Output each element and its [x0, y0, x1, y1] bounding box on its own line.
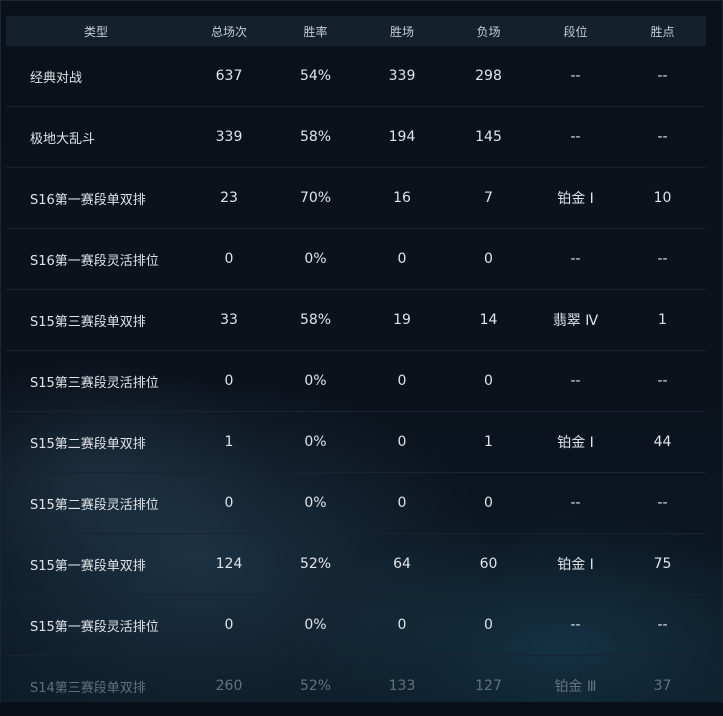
col-header-lp: 胜点: [619, 16, 706, 46]
cell-type: S15第二赛段单双排: [6, 412, 186, 473]
col-header-wins: 胜场: [359, 16, 445, 46]
table-row: 经典对战 637 54% 339 298 -- --: [6, 46, 706, 107]
cell-winrate: 58%: [272, 107, 359, 168]
cell-total: 124: [186, 534, 272, 595]
cell-wins: 339: [359, 46, 445, 107]
cell-total: 260: [186, 656, 272, 716]
cell-winrate: 0%: [272, 229, 359, 290]
cell-lp: --: [619, 107, 706, 168]
cell-rank: 铂金 Ⅲ: [532, 656, 619, 716]
cell-type: S14第三赛段单双排: [6, 656, 186, 716]
header-row: 类型 总场次 胜率 胜场 负场 段位 胜点: [6, 16, 706, 46]
cell-rank: --: [532, 107, 619, 168]
col-header-winrate: 胜率: [272, 16, 359, 46]
cell-winrate: 52%: [272, 656, 359, 716]
cell-total: 637: [186, 46, 272, 107]
cell-lp: 75: [619, 534, 706, 595]
cell-total: 0: [186, 351, 272, 412]
cell-rank: --: [532, 473, 619, 534]
cell-rank: --: [532, 229, 619, 290]
cell-wins: 0: [359, 473, 445, 534]
table-header: 类型 总场次 胜率 胜场 负场 段位 胜点: [6, 16, 706, 46]
cell-rank: --: [532, 351, 619, 412]
cell-losses: 0: [445, 229, 532, 290]
table-row: S15第三赛段单双排 33 58% 19 14 翡翠 Ⅳ 1: [6, 290, 706, 351]
cell-wins: 19: [359, 290, 445, 351]
cell-losses: 0: [445, 595, 532, 656]
cell-rank: 铂金 Ⅰ: [532, 412, 619, 473]
cell-wins: 194: [359, 107, 445, 168]
table-row: S15第三赛段灵活排位 0 0% 0 0 -- --: [6, 351, 706, 412]
cell-lp: --: [619, 595, 706, 656]
cell-type: S16第一赛段单双排: [6, 168, 186, 229]
cell-losses: 1: [445, 412, 532, 473]
cell-type: 经典对战: [6, 46, 186, 107]
ranked-stats-table: 类型 总场次 胜率 胜场 负场 段位 胜点 经典对战 637 54% 339 2…: [6, 16, 706, 716]
cell-total: 23: [186, 168, 272, 229]
cell-lp: 1: [619, 290, 706, 351]
cell-total: 0: [186, 229, 272, 290]
cell-lp: --: [619, 351, 706, 412]
cell-lp: 10: [619, 168, 706, 229]
cell-lp: 37: [619, 656, 706, 716]
table-row: S15第二赛段单双排 1 0% 0 1 铂金 Ⅰ 44: [6, 412, 706, 473]
cell-winrate: 0%: [272, 595, 359, 656]
cell-total: 1: [186, 412, 272, 473]
col-header-losses: 负场: [445, 16, 532, 46]
cell-winrate: 0%: [272, 412, 359, 473]
cell-winrate: 52%: [272, 534, 359, 595]
cell-winrate: 54%: [272, 46, 359, 107]
cell-wins: 64: [359, 534, 445, 595]
table-row: S14第三赛段单双排 260 52% 133 127 铂金 Ⅲ 37: [6, 656, 706, 716]
cell-winrate: 0%: [272, 351, 359, 412]
cell-wins: 0: [359, 412, 445, 473]
cell-rank: --: [532, 595, 619, 656]
cell-type: S16第一赛段灵活排位: [6, 229, 186, 290]
cell-losses: 0: [445, 351, 532, 412]
cell-losses: 60: [445, 534, 532, 595]
cell-total: 33: [186, 290, 272, 351]
cell-rank: 翡翠 Ⅳ: [532, 290, 619, 351]
col-header-rank: 段位: [532, 16, 619, 46]
cell-rank: 铂金 Ⅰ: [532, 168, 619, 229]
col-header-total: 总场次: [186, 16, 272, 46]
cell-losses: 127: [445, 656, 532, 716]
cell-type: S15第三赛段单双排: [6, 290, 186, 351]
table-row: S16第一赛段单双排 23 70% 16 7 铂金 Ⅰ 10: [6, 168, 706, 229]
table-row: S16第一赛段灵活排位 0 0% 0 0 -- --: [6, 229, 706, 290]
table-row: 极地大乱斗 339 58% 194 145 -- --: [6, 107, 706, 168]
cell-lp: --: [619, 473, 706, 534]
cell-rank: --: [532, 46, 619, 107]
cell-type: 极地大乱斗: [6, 107, 186, 168]
cell-wins: 133: [359, 656, 445, 716]
cell-losses: 14: [445, 290, 532, 351]
table-row: S15第一赛段灵活排位 0 0% 0 0 -- --: [6, 595, 706, 656]
cell-winrate: 0%: [272, 473, 359, 534]
col-header-type: 类型: [6, 16, 186, 46]
cell-total: 0: [186, 473, 272, 534]
cell-total: 0: [186, 595, 272, 656]
table-row: S15第二赛段灵活排位 0 0% 0 0 -- --: [6, 473, 706, 534]
cell-total: 339: [186, 107, 272, 168]
cell-losses: 0: [445, 473, 532, 534]
cell-winrate: 70%: [272, 168, 359, 229]
cell-wins: 0: [359, 229, 445, 290]
cell-type: S15第二赛段灵活排位: [6, 473, 186, 534]
cell-lp: 44: [619, 412, 706, 473]
cell-type: S15第三赛段灵活排位: [6, 351, 186, 412]
cell-rank: 铂金 Ⅰ: [532, 534, 619, 595]
cell-winrate: 58%: [272, 290, 359, 351]
cell-type: S15第一赛段灵活排位: [6, 595, 186, 656]
cell-losses: 298: [445, 46, 532, 107]
cell-lp: --: [619, 229, 706, 290]
cell-wins: 0: [359, 351, 445, 412]
cell-type: S15第一赛段单双排: [6, 534, 186, 595]
cell-losses: 145: [445, 107, 532, 168]
cell-wins: 16: [359, 168, 445, 229]
table-row: S15第一赛段单双排 124 52% 64 60 铂金 Ⅰ 75: [6, 534, 706, 595]
cell-losses: 7: [445, 168, 532, 229]
cell-wins: 0: [359, 595, 445, 656]
table-body: 经典对战 637 54% 339 298 -- -- 极地大乱斗 339 58%…: [6, 46, 706, 716]
cell-lp: --: [619, 46, 706, 107]
